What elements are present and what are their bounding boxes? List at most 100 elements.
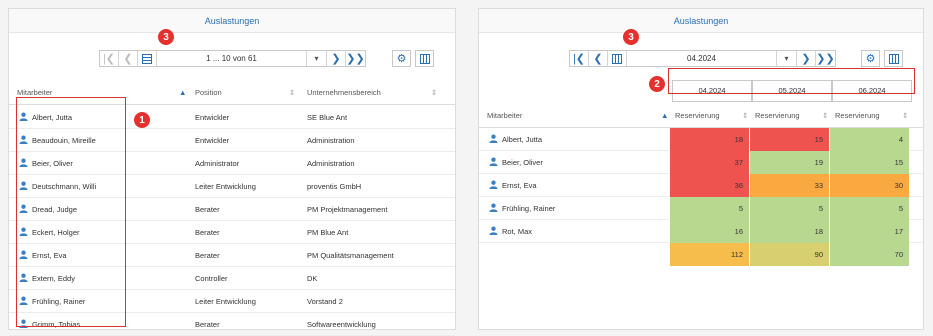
unit-cell: PM Blue Ant bbox=[307, 227, 349, 237]
first-page-icon[interactable]: |❮ bbox=[100, 51, 119, 66]
employee-name: Albert, Jutta bbox=[502, 134, 543, 144]
highlight-box-names bbox=[16, 97, 126, 327]
reservation-cell: 15 bbox=[749, 128, 829, 151]
sort-icon[interactable]: ⇕ bbox=[742, 111, 748, 120]
position-cell: Entwickler bbox=[195, 135, 230, 145]
employee-name: Frühling, Rainer bbox=[502, 203, 556, 213]
total-cell: 90 bbox=[749, 243, 829, 266]
position-cell: Berater bbox=[195, 319, 220, 329]
total-cell: 112 bbox=[669, 243, 749, 266]
table-view-icon[interactable] bbox=[138, 51, 157, 66]
previous-page-icon[interactable]: ❮ bbox=[589, 51, 608, 66]
table-row[interactable]: Beier, Oliver 37 19 15 bbox=[479, 151, 923, 174]
position-cell: Leiter Entwicklung bbox=[195, 296, 256, 306]
pager-info: 1 ... 10 von 61 bbox=[157, 51, 307, 66]
unit-cell: Administration bbox=[307, 158, 355, 168]
next-page-icon[interactable]: ❯ bbox=[327, 51, 346, 66]
employee-cell[interactable]: Frühling, Rainer bbox=[489, 203, 555, 214]
employee-cell[interactable]: Albert, Jutta bbox=[489, 134, 542, 145]
reservation-cell: 15 bbox=[829, 151, 909, 174]
annotation-badge: 2 bbox=[649, 76, 665, 92]
unit-cell: PM Qualitätsmanagement bbox=[307, 250, 394, 260]
sort-icon[interactable]: ▲ bbox=[179, 88, 186, 97]
sort-icon[interactable]: ⇕ bbox=[822, 111, 828, 120]
right-panel: Auslastungen |❮ ❮ 04.2024 ▾ ❯ ❯❯ ⚙ 04.20… bbox=[478, 8, 924, 330]
pager-dropdown-icon[interactable]: ▾ bbox=[777, 51, 797, 66]
unit-cell: DK bbox=[307, 273, 318, 283]
position-cell: Controller bbox=[195, 273, 228, 283]
position-cell: Leiter Entwicklung bbox=[195, 181, 256, 191]
position-cell: Berater bbox=[195, 250, 220, 260]
columns-icon[interactable] bbox=[884, 50, 903, 67]
highlight-box-months bbox=[668, 68, 915, 94]
next-page-icon[interactable]: ❯ bbox=[797, 51, 816, 66]
pager-dropdown-icon[interactable]: ▾ bbox=[307, 51, 327, 66]
panel-title: Auslastungen bbox=[479, 9, 923, 33]
unit-cell: Softwareentwicklung bbox=[307, 319, 376, 329]
employee-name: Rot, Max bbox=[502, 226, 533, 236]
header-mitarbeiter[interactable]: Mitarbeiter bbox=[17, 88, 52, 97]
reservation-cell: 5 bbox=[749, 197, 829, 220]
header-reservierung[interactable]: Reservierung bbox=[755, 111, 800, 120]
unit-cell: Vorstand 2 bbox=[307, 296, 343, 306]
person-icon bbox=[489, 180, 502, 191]
reservation-cell: 37 bbox=[669, 151, 749, 174]
columns-view-icon[interactable] bbox=[608, 51, 627, 66]
table-row[interactable]: Rot, Max 16 18 17 bbox=[479, 220, 923, 243]
annotation-badge: 3 bbox=[158, 29, 174, 45]
gear-icon[interactable]: ⚙ bbox=[392, 50, 411, 67]
reservation-cell: 36 bbox=[669, 174, 749, 197]
previous-page-icon[interactable]: ❮ bbox=[119, 51, 138, 66]
reservation-cell: 19 bbox=[749, 151, 829, 174]
last-page-icon[interactable]: ❯❯ bbox=[346, 51, 365, 66]
sort-icon[interactable]: ⇕ bbox=[902, 111, 908, 120]
reservation-cell: 18 bbox=[749, 220, 829, 243]
header-position[interactable]: Position bbox=[195, 88, 222, 97]
table-row[interactable]: Frühling, Rainer 5 5 5 bbox=[479, 197, 923, 220]
person-icon bbox=[489, 203, 502, 214]
table-header: Mitarbeiter ▲ Reservierung ⇕ Reservierun… bbox=[479, 104, 923, 128]
unit-cell: PM Projektmanagement bbox=[307, 204, 388, 214]
table-row[interactable]: Ernst, Eva 36 33 30 bbox=[479, 174, 923, 197]
position-cell: Berater bbox=[195, 204, 220, 214]
gear-icon[interactable]: ⚙ bbox=[861, 50, 880, 67]
reservation-cell: 30 bbox=[829, 174, 909, 197]
employee-name: Ernst, Eva bbox=[502, 180, 537, 190]
pager: |❮ ❮ 04.2024 ▾ ❯ ❯❯ bbox=[569, 50, 836, 67]
first-page-icon[interactable]: |❮ bbox=[570, 51, 589, 66]
header-reservierung[interactable]: Reservierung bbox=[835, 111, 880, 120]
unit-cell: proventis GmbH bbox=[307, 181, 362, 191]
pager-info: 04.2024 bbox=[627, 51, 777, 66]
header-reservierung[interactable]: Reservierung bbox=[675, 111, 720, 120]
totals-row: 112 90 70 bbox=[479, 243, 923, 266]
header-mitarbeiter[interactable]: Mitarbeiter bbox=[487, 111, 522, 120]
position-cell: Entwickler bbox=[195, 112, 230, 122]
reservation-cell: 5 bbox=[829, 197, 909, 220]
annotation-badge: 1 bbox=[134, 112, 150, 128]
employee-cell[interactable]: Rot, Max bbox=[489, 226, 532, 237]
reservation-cell: 33 bbox=[749, 174, 829, 197]
reservation-cell: 5 bbox=[669, 197, 749, 220]
panel-title: Auslastungen bbox=[9, 9, 455, 33]
total-cell: 70 bbox=[829, 243, 909, 266]
reservation-cell: 17 bbox=[829, 220, 909, 243]
unit-cell: Administration bbox=[307, 135, 355, 145]
table-row[interactable]: Albert, Jutta 18 15 4 bbox=[479, 128, 923, 151]
employee-cell[interactable]: Beier, Oliver bbox=[489, 157, 543, 168]
sort-icon[interactable]: ⇕ bbox=[289, 88, 295, 97]
last-page-icon[interactable]: ❯❯ bbox=[816, 51, 835, 66]
person-icon bbox=[489, 134, 502, 145]
reservation-cell: 4 bbox=[829, 128, 909, 151]
person-icon bbox=[489, 226, 502, 237]
columns-icon[interactable] bbox=[415, 50, 434, 67]
reservation-cell: 16 bbox=[669, 220, 749, 243]
position-cell: Administrator bbox=[195, 158, 240, 168]
reservation-cell: 18 bbox=[669, 128, 749, 151]
sort-icon[interactable]: ▲ bbox=[661, 111, 668, 120]
header-unternehmensbereich[interactable]: Unternehmensbereich bbox=[307, 88, 381, 97]
employee-cell[interactable]: Ernst, Eva bbox=[489, 180, 537, 191]
person-icon bbox=[489, 157, 502, 168]
pager: |❮ ❮ 1 ... 10 von 61 ▾ ❯ ❯❯ bbox=[99, 50, 366, 67]
sort-icon[interactable]: ⇕ bbox=[431, 88, 437, 97]
employee-name: Beier, Oliver bbox=[502, 157, 543, 167]
